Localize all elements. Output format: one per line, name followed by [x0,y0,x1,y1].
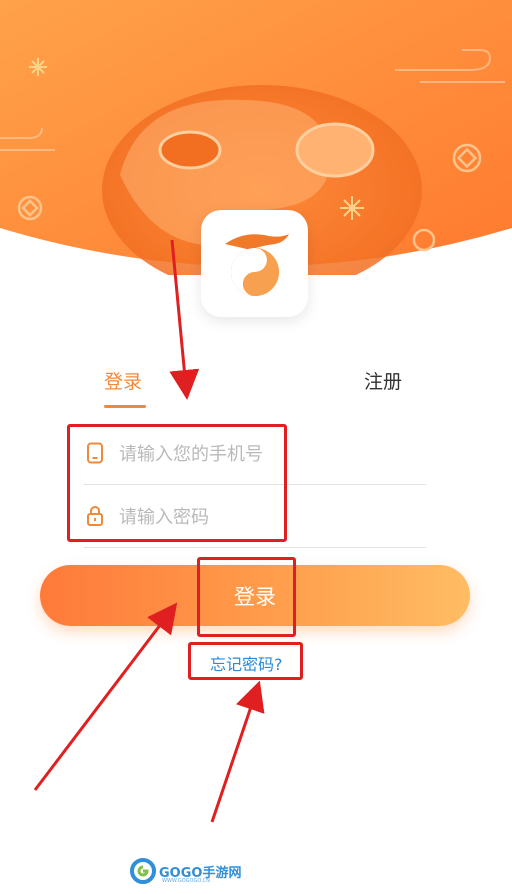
annotation-box-forgot [188,642,303,680]
annotation-arrow [33,602,178,791]
app-logo [201,210,308,317]
watermark-url: WWW.GOGOGO.CN [162,878,210,884]
tab-active-indicator [104,405,146,408]
watermark: GOGO手游网 WWW.GOGOGO.CN [130,858,241,884]
tab-register[interactable]: 注册 [364,370,402,394]
annotation-box-login [197,557,296,637]
annotation-arrow [210,680,265,823]
app-logo-icon [224,233,289,296]
watermark-logo-icon [130,858,156,884]
annotation-box-form [67,424,287,542]
tab-login[interactable]: 登录 [104,370,142,394]
